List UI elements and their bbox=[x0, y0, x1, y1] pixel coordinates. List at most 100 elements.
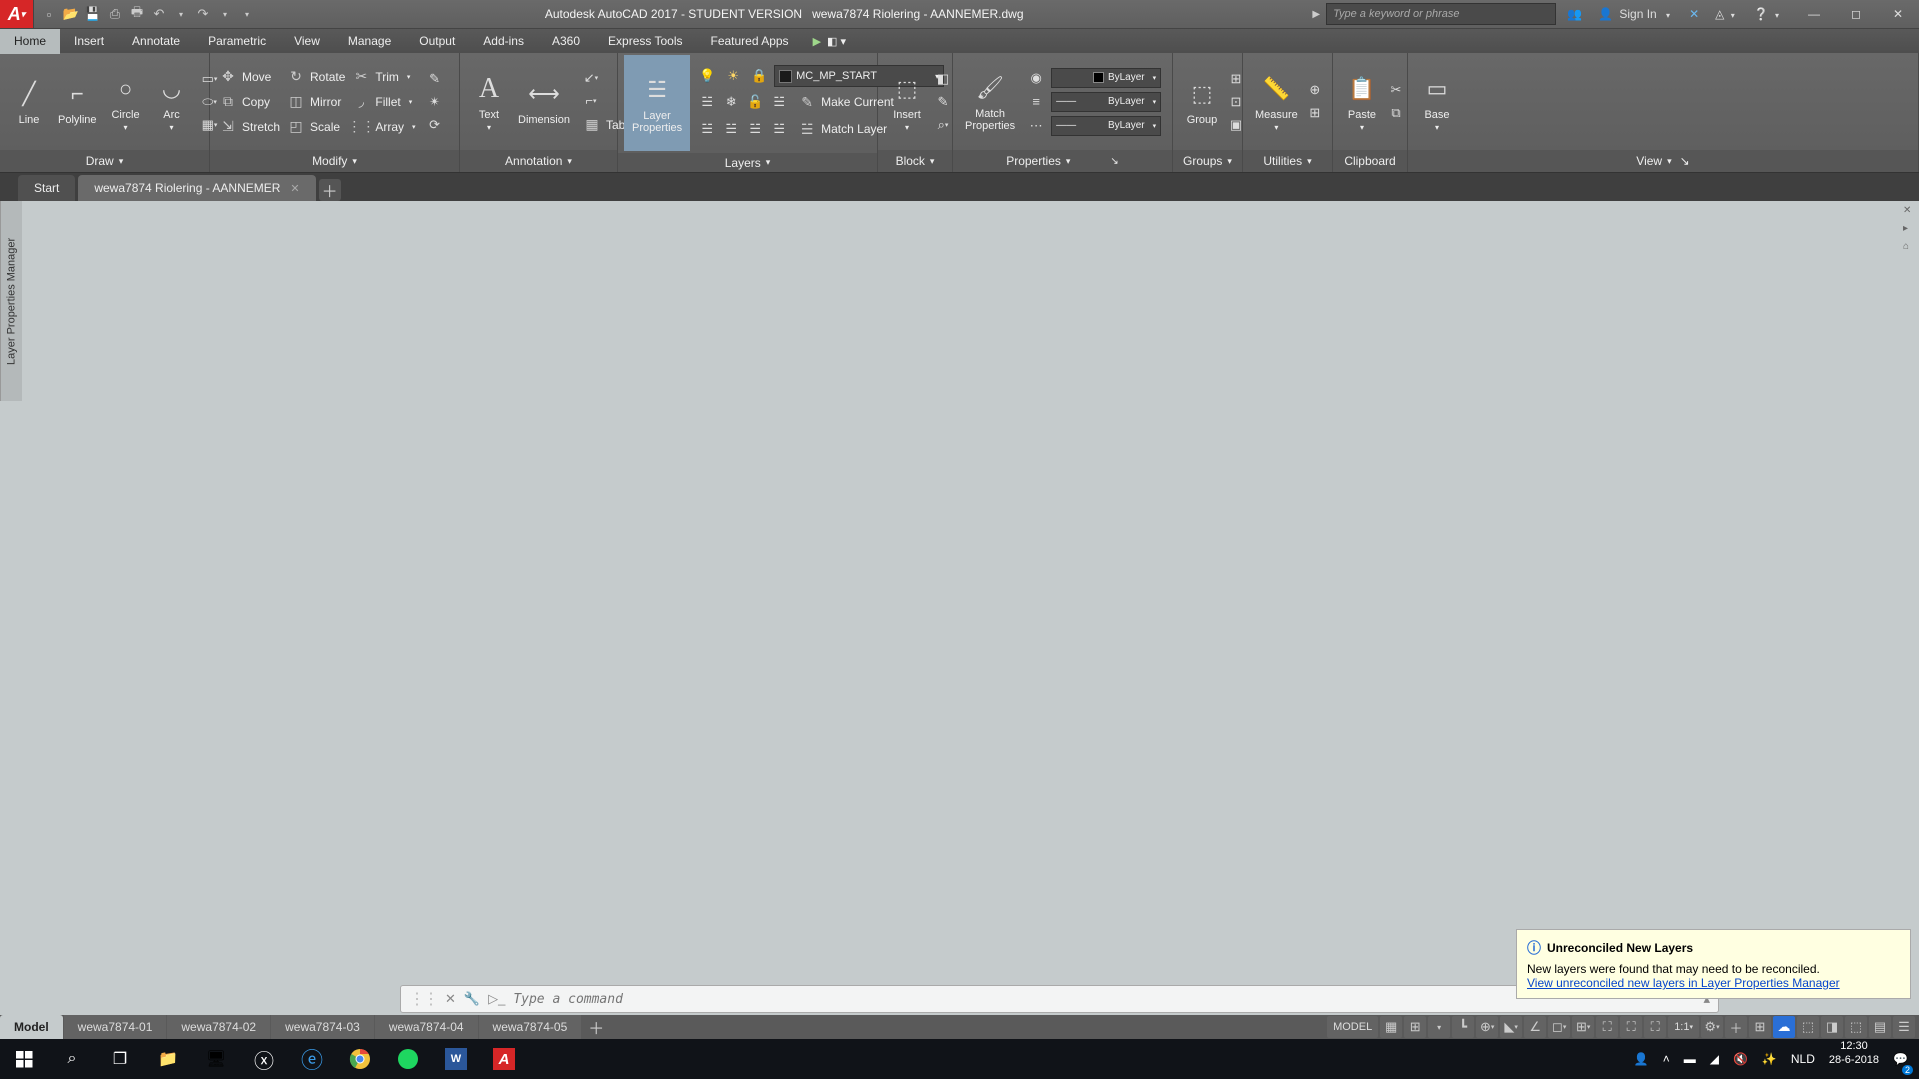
edit-block-icon[interactable]: ✎ bbox=[932, 91, 954, 113]
vp-close-icon[interactable]: ✕ bbox=[1903, 205, 1917, 219]
offset-icon[interactable]: ⟳ bbox=[424, 114, 446, 136]
measure-button[interactable]: 📏Measure▾ bbox=[1249, 56, 1304, 148]
l4-icon[interactable]: ☱ bbox=[768, 118, 790, 140]
autocad-taskbar[interactable]: A bbox=[480, 1039, 528, 1079]
sync-tray-icon[interactable]: ✨ bbox=[1757, 1039, 1782, 1079]
wifi-tray-icon[interactable]: ◢ bbox=[1705, 1039, 1724, 1079]
rotate-button[interactable]: ↻Rotate bbox=[284, 65, 349, 89]
snap-drop[interactable]: ▾ bbox=[1428, 1016, 1450, 1038]
layout-tab-4[interactable]: wewa7874-04 bbox=[375, 1015, 478, 1039]
vp-home-icon[interactable]: ⌂ bbox=[1903, 241, 1917, 255]
signin-button[interactable]: 👤 Sign In ▾ bbox=[1595, 7, 1676, 21]
grid-icon[interactable]: ▦ bbox=[1380, 1016, 1402, 1038]
close-button[interactable]: ✕ bbox=[1877, 0, 1919, 28]
ortho-icon[interactable]: ┗ bbox=[1452, 1016, 1474, 1038]
maximize-button[interactable]: ◻ bbox=[1835, 0, 1877, 28]
start-tab[interactable]: Start bbox=[18, 175, 75, 201]
app-logo[interactable]: A▾ bbox=[0, 0, 34, 28]
vp-nav-icon[interactable]: ▸ bbox=[1903, 223, 1917, 237]
layerlck-icon[interactable]: 🔓 bbox=[744, 91, 766, 113]
selectall-icon[interactable]: ⊕ bbox=[1304, 79, 1326, 101]
match-layer-button[interactable]: ☱Match Layer bbox=[795, 117, 891, 141]
tray-chevron-icon[interactable]: ˄ bbox=[1658, 1039, 1675, 1079]
match-props-button[interactable]: 🖌Match Properties bbox=[959, 56, 1021, 148]
layerfrz-icon[interactable]: ❄ bbox=[720, 91, 742, 113]
qat-undo-icon[interactable]: ↶ bbox=[150, 5, 168, 23]
annovis-icon[interactable]: ⛶ bbox=[1644, 1016, 1666, 1038]
base-button[interactable]: ▭Base▾ bbox=[1414, 56, 1460, 148]
lang-tray[interactable]: NLD bbox=[1786, 1039, 1820, 1079]
clean-icon[interactable]: ⬚ bbox=[1845, 1016, 1867, 1038]
ltype-icon[interactable]: ⋯ bbox=[1025, 115, 1047, 137]
exchange-icon[interactable]: ✕ bbox=[1686, 7, 1702, 21]
a360-icon[interactable]: ◬ ▾ bbox=[1712, 7, 1741, 21]
layout-tab-3[interactable]: wewa7874-03 bbox=[271, 1015, 374, 1039]
qat-print-icon[interactable]: 🖶 bbox=[128, 5, 146, 23]
annoscale-icon[interactable]: ⛶ bbox=[1620, 1016, 1642, 1038]
trim-button[interactable]: ✂Trim▾ bbox=[349, 65, 419, 89]
search-expand-icon[interactable]: ▶ bbox=[1306, 9, 1326, 20]
plus-icon[interactable]: ＋ bbox=[1725, 1016, 1747, 1038]
layeriso-icon[interactable]: ☱ bbox=[696, 91, 718, 113]
panel-draw[interactable]: Draw▾ bbox=[0, 150, 209, 172]
add-layout-button[interactable]: ＋ bbox=[586, 1017, 606, 1037]
people-tray-icon[interactable]: 👤 bbox=[1629, 1039, 1654, 1079]
fillet-button[interactable]: ◞Fillet▾ bbox=[349, 90, 419, 114]
polyline-button[interactable]: ⌐Polyline bbox=[52, 56, 103, 148]
qselect-icon[interactable]: ⊞ bbox=[1304, 102, 1326, 124]
qat-redo-drop[interactable]: ▾ bbox=[216, 5, 234, 23]
create-block-icon[interactable]: ◧ bbox=[932, 68, 954, 90]
infocenter-icon[interactable]: 👥 bbox=[1564, 7, 1585, 21]
tab-featured[interactable]: Featured Apps bbox=[697, 29, 803, 54]
battery-tray-icon[interactable]: ▬ bbox=[1679, 1039, 1701, 1079]
tab-home[interactable]: Home bbox=[0, 29, 60, 54]
group-button[interactable]: ⬚Group bbox=[1179, 56, 1225, 148]
l1-icon[interactable]: ☱ bbox=[696, 118, 718, 140]
lock-icon[interactable]: 🔒 bbox=[748, 65, 770, 87]
leader-icon[interactable]: ↙ ▾ bbox=[580, 67, 602, 89]
qat-redo-icon[interactable]: ↷ bbox=[194, 5, 212, 23]
keyword-search[interactable]: Type a keyword or phrase bbox=[1326, 3, 1556, 25]
panel-toggle[interactable]: ◧ ▾ bbox=[827, 35, 846, 48]
quickprops-icon[interactable]: ☁ bbox=[1773, 1016, 1795, 1038]
dimension-button[interactable]: ⟷Dimension bbox=[512, 56, 576, 148]
mirror-button[interactable]: ◫Mirror bbox=[284, 90, 349, 114]
lineweight-selector[interactable]: ——ByLayer▾ bbox=[1051, 92, 1161, 112]
insert-button[interactable]: ⬚Insert▾ bbox=[884, 56, 930, 148]
chrome-taskbar[interactable] bbox=[336, 1039, 384, 1079]
volume-tray-icon[interactable]: 🔇 bbox=[1728, 1039, 1753, 1079]
qat-undo-drop[interactable]: ▾ bbox=[172, 5, 190, 23]
anno-icon[interactable]: ⛶ bbox=[1596, 1016, 1618, 1038]
mleader-icon[interactable]: ⌐ ▾ bbox=[580, 90, 602, 112]
start-button[interactable] bbox=[0, 1039, 48, 1079]
l2-icon[interactable]: ☱ bbox=[720, 118, 742, 140]
action-center-icon[interactable]: 💬2 bbox=[1888, 1039, 1913, 1079]
qat-saveas-icon[interactable]: ⎙ bbox=[106, 5, 124, 23]
layer-manager-palette-tab[interactable]: Layer Properties Manager bbox=[0, 201, 22, 401]
array-button[interactable]: ⋮⋮Array▾ bbox=[349, 115, 419, 139]
color-icon[interactable]: ◉ bbox=[1025, 67, 1047, 89]
panel-utilities[interactable]: Utilities▾ bbox=[1243, 150, 1332, 172]
search-taskbar-icon[interactable]: ⌕ bbox=[48, 1039, 96, 1079]
linetype-selector[interactable]: ——ByLayer▾ bbox=[1051, 116, 1161, 136]
panel-layers[interactable]: Layers▾ bbox=[618, 153, 877, 172]
tab-insert[interactable]: Insert bbox=[60, 29, 118, 54]
qat-new-icon[interactable]: ▫ bbox=[40, 5, 58, 23]
hw-icon[interactable]: ⬚ bbox=[1797, 1016, 1819, 1038]
color-selector[interactable]: ByLayer▾ bbox=[1051, 68, 1161, 88]
apps-play-icon[interactable]: ▶ bbox=[813, 35, 821, 48]
copy-button[interactable]: ⧉Copy bbox=[216, 90, 284, 114]
arc-button[interactable]: ◡Arc▾ bbox=[149, 56, 195, 148]
scale-button[interactable]: ◰Scale bbox=[284, 115, 349, 139]
model-tab[interactable]: Model bbox=[0, 1015, 63, 1039]
edge-taskbar[interactable]: ⓔ bbox=[288, 1039, 336, 1079]
tab-a360[interactable]: A360 bbox=[538, 29, 594, 54]
taskview-icon[interactable]: ❐ bbox=[96, 1039, 144, 1079]
scale-button[interactable]: 1:1 ▾ bbox=[1668, 1016, 1699, 1038]
tab-output[interactable]: Output bbox=[405, 29, 469, 54]
snap-icon[interactable]: ⊞ bbox=[1404, 1016, 1426, 1038]
circle-button[interactable]: ○Circle▾ bbox=[103, 56, 149, 148]
sun-icon[interactable]: ☀ bbox=[722, 65, 744, 87]
osnap2-icon[interactable]: ◻ ▾ bbox=[1548, 1016, 1570, 1038]
iso2-icon[interactable]: ◨ bbox=[1821, 1016, 1843, 1038]
